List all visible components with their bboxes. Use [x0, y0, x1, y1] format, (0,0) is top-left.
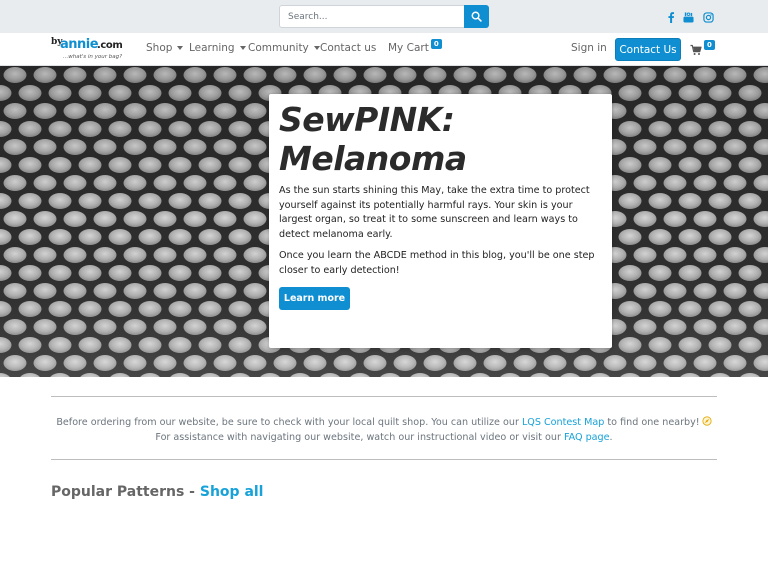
facebook-icon[interactable] — [664, 10, 678, 24]
sign-in-link[interactable]: Sign in — [571, 42, 607, 54]
nav-community-label: Community — [248, 42, 309, 54]
notice-line-2-end: . — [609, 431, 613, 443]
chevron-down-icon — [177, 46, 184, 50]
notice-line-2: For assistance with navigating our websi… — [51, 431, 717, 446]
nav-learning[interactable]: Learning — [189, 42, 246, 54]
chevron-down-icon — [313, 46, 320, 50]
my-cart-label: My Cart — [388, 42, 429, 54]
shop-all-link[interactable]: Shop all — [200, 484, 264, 500]
divider-bottom — [51, 459, 717, 460]
nav-community[interactable]: Community — [248, 42, 320, 54]
learn-more-button[interactable]: Learn more — [279, 287, 350, 310]
compass-icon — [702, 416, 712, 426]
popular-patterns-title: Popular Patterns — [51, 484, 185, 500]
search-button[interactable] — [464, 5, 489, 28]
heading-separator: - — [184, 484, 200, 500]
hero-title-line1: SewPINK: — [279, 100, 455, 139]
cart-button[interactable]: 0 — [690, 40, 715, 56]
chevron-down-icon — [239, 46, 246, 50]
nav-contact-us[interactable]: Contact us — [320, 42, 376, 54]
notice-line-1-text: Before ordering from our website, be sur… — [56, 417, 522, 428]
search-icon — [471, 11, 482, 22]
popular-patterns-heading: Popular Patterns - Shop all — [51, 484, 263, 500]
site-logo[interactable]: by annie .com ...what's in your bag? — [51, 37, 126, 63]
cart-icon-badge: 0 — [704, 40, 715, 50]
notice-line-1: Before ordering from our website, be sur… — [51, 416, 717, 431]
notice-line-2-text: For assistance with navigating our websi… — [155, 431, 564, 443]
nav-shop[interactable]: Shop — [146, 42, 184, 54]
nav-learning-label: Learning — [189, 42, 235, 54]
faq-page-link[interactable]: FAQ page — [564, 432, 610, 443]
contact-us-button[interactable]: Contact Us — [615, 38, 681, 61]
logo-tld: .com — [97, 40, 123, 51]
search-input[interactable] — [279, 5, 464, 28]
instagram-icon[interactable] — [701, 10, 715, 24]
hero-card: SewPINK: Melanoma As the sun starts shin… — [269, 94, 612, 348]
cart-count-badge: 0 — [430, 39, 442, 49]
notice-text: Before ordering from our website, be sur… — [51, 416, 717, 445]
nav-my-cart[interactable]: My Cart 0 — [388, 39, 442, 54]
logo-tagline: ...what's in your bag? — [63, 54, 123, 60]
nav-contact-us-label: Contact us — [320, 42, 377, 54]
top-bar — [0, 0, 768, 33]
notice-line-1-end: to find one nearby! — [604, 417, 700, 428]
hero-paragraph-1: As the sun starts shining this May, take… — [279, 185, 590, 240]
youtube-icon[interactable] — [681, 10, 695, 24]
cart-icon — [690, 44, 702, 55]
divider-top — [51, 396, 717, 397]
hero-paragraph-2: Once you learn the ABCDE method in this … — [279, 250, 595, 276]
hero-title-line2: Melanoma — [279, 139, 467, 178]
logo-brand: annie — [60, 37, 99, 52]
nav-shop-label: Shop — [146, 42, 173, 54]
main-navbar: by annie .com ...what's in your bag? Sho… — [0, 33, 768, 66]
hero-banner: SewPINK: Melanoma As the sun starts shin… — [0, 66, 768, 377]
lqs-contest-map-link[interactable]: LQS Contest Map — [522, 417, 604, 428]
sign-in-label: Sign in — [571, 42, 607, 54]
